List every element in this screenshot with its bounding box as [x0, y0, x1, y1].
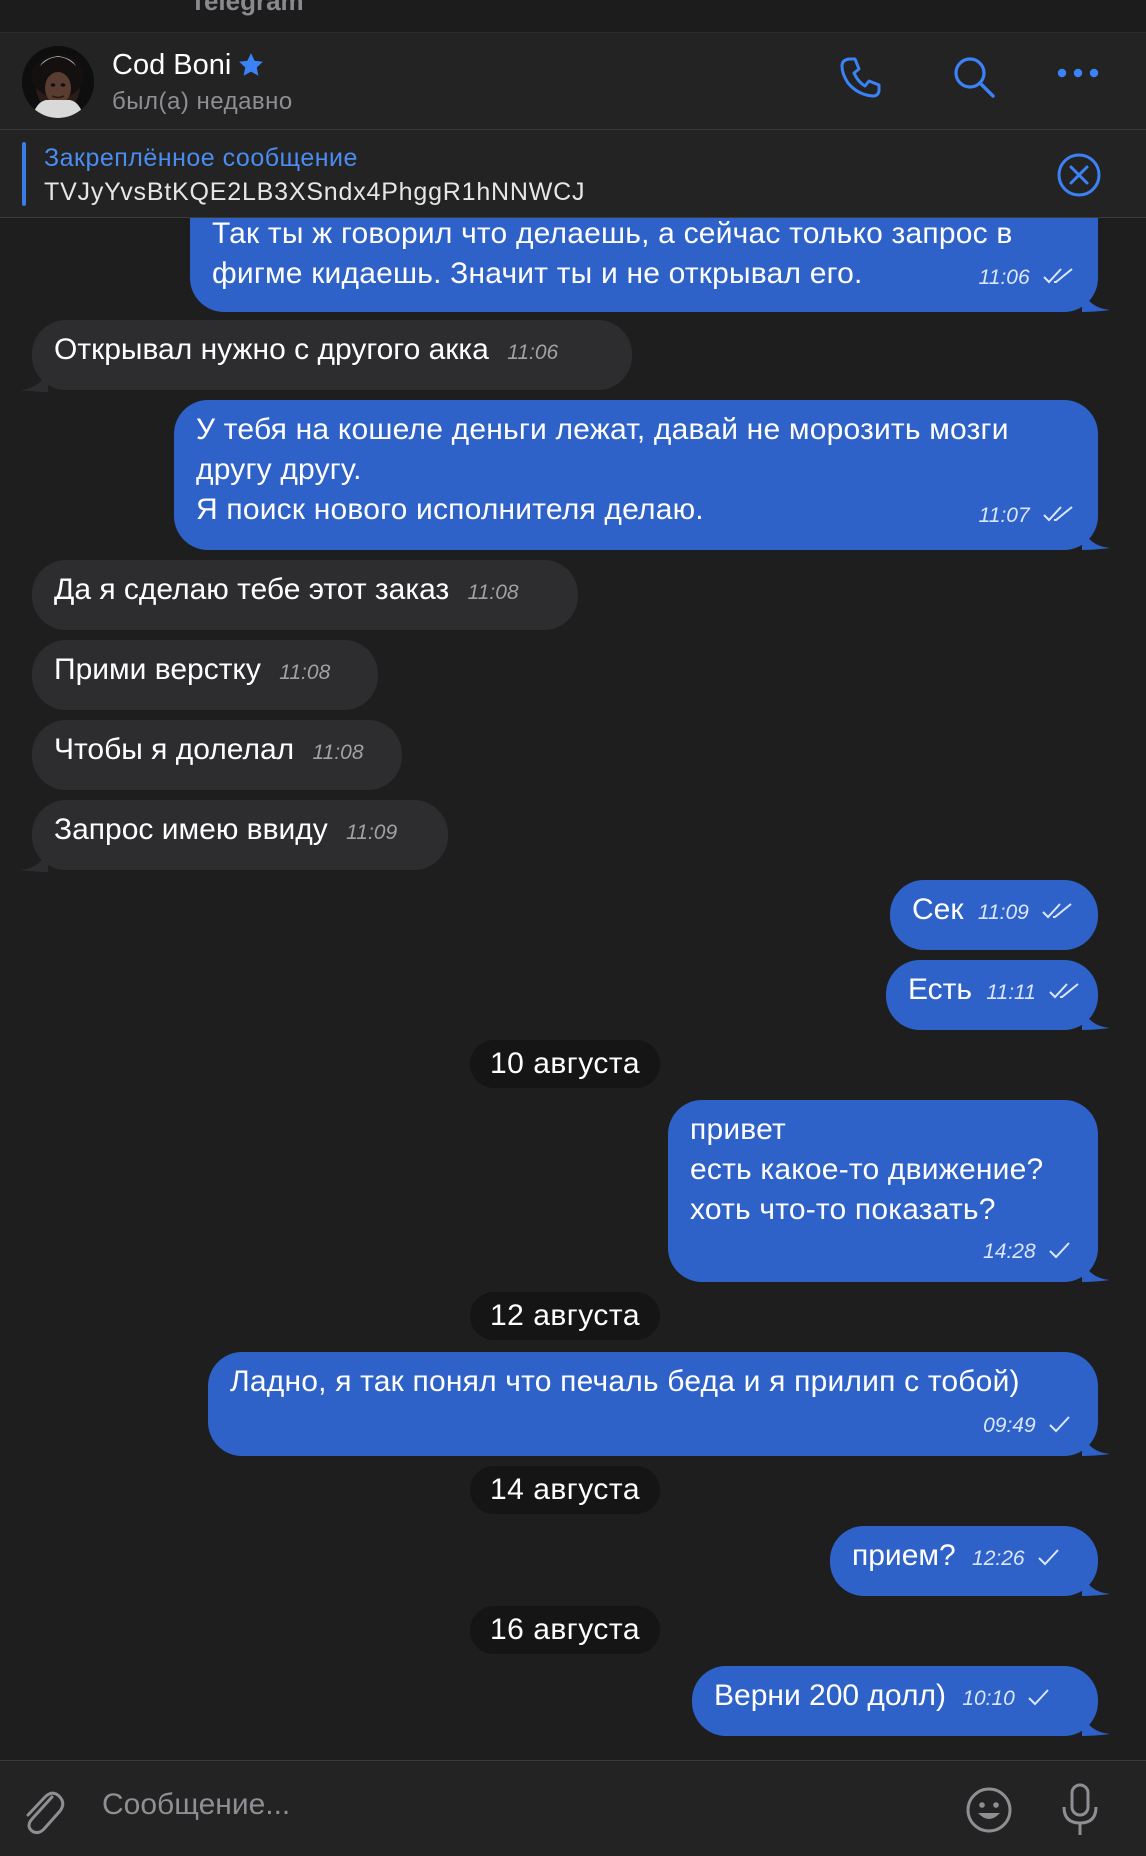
double-check-icon — [1042, 903, 1072, 919]
message-text: Так ты ж говорил что делаешь, а сейчас т… — [212, 218, 1013, 250]
message-incoming[interactable]: Прими верстку 11:08 — [32, 640, 378, 710]
bubble-tail — [1082, 1572, 1110, 1596]
chat-header: Cod Boni был(а) недавно — [0, 32, 1146, 130]
bubble-tail — [1082, 1432, 1110, 1456]
double-check-icon — [1043, 268, 1073, 284]
top-strip: Telegram — [0, 0, 1146, 32]
message-outgoing[interactable]: Верни 200 долл) 10:10 — [692, 1666, 1098, 1736]
message-text: Ладно, я так понял что печаль беда и я п… — [230, 1365, 1020, 1398]
date-separator: 10 августа — [470, 1040, 660, 1088]
message-text: прием? — [852, 1539, 956, 1572]
bubble-tail — [1082, 288, 1110, 312]
message-text: Чтобы я долелал — [54, 733, 295, 766]
phone-icon[interactable] — [836, 51, 886, 101]
date-separator: 16 августа — [470, 1606, 660, 1654]
message-text: Открывал нужно с другого акка — [54, 333, 489, 366]
date-separator: 14 августа — [470, 1466, 660, 1514]
message-incoming[interactable]: Да я сделаю тебе этот заказ 11:08 — [32, 560, 578, 630]
contact-name[interactable]: Cod Boni — [112, 49, 231, 82]
message-incoming[interactable]: Запрос имею ввиду 11:09 — [32, 800, 448, 870]
app-title: Telegram — [190, 0, 304, 16]
message-list[interactable]: Так ты ж говорил что делаешь, а сейчас т… — [0, 218, 1146, 1760]
message-outgoing[interactable]: привет есть какое-то движение? хоть что-… — [668, 1100, 1098, 1282]
message-text: Да я сделаю тебе этот заказ — [54, 573, 450, 606]
message-text: Запрос имею ввиду — [54, 813, 328, 846]
message-time: 11:09 — [977, 901, 1029, 924]
check-icon — [1049, 1242, 1070, 1259]
message-text: Есть — [908, 973, 973, 1006]
message-time: 11:06 — [978, 266, 1030, 289]
message-time: 11:11 — [986, 981, 1036, 1004]
microphone-icon[interactable] — [1058, 1781, 1102, 1839]
pinned-accent-bar — [22, 142, 26, 206]
pinned-text: TVJyYvsBtKQE2LB3XSndx4PhggR1hNNWCJ — [44, 178, 586, 206]
message-outgoing[interactable]: У тебя на кошеле деньги лежат, давай не … — [174, 400, 1098, 550]
bubble-tail — [1082, 1258, 1110, 1282]
close-circle-icon[interactable] — [1056, 152, 1102, 198]
message-time: 11:08 — [312, 741, 364, 764]
message-composer — [0, 1760, 1146, 1856]
check-icon — [1049, 1416, 1070, 1433]
message-text: Прими верстку — [54, 653, 261, 686]
message-text: есть какое-то движение? — [690, 1153, 1044, 1186]
bubble-tail — [20, 848, 48, 872]
bubble-tail — [20, 368, 48, 392]
message-text: Верни 200 долл) — [714, 1679, 946, 1712]
date-separator: 12 августа — [470, 1292, 660, 1340]
message-text: Сек — [912, 893, 964, 926]
message-time: 11:08 — [467, 581, 519, 604]
star-icon — [239, 53, 263, 76]
more-icon[interactable] — [1056, 63, 1100, 83]
bubble-tail — [1082, 1712, 1110, 1736]
message-text: фигме кидаешь. Значит ты и не открывал е… — [212, 257, 863, 290]
search-icon[interactable] — [950, 53, 998, 101]
message-time: 11:09 — [346, 821, 398, 844]
message-text: У тебя на кошеле деньги лежат, давай не … — [196, 413, 1009, 446]
paperclip-icon[interactable] — [16, 1783, 66, 1837]
message-outgoing[interactable]: прием? 12:26 — [830, 1526, 1098, 1596]
message-time: 14:28 — [983, 1240, 1036, 1263]
avatar[interactable] — [22, 46, 94, 118]
message-incoming[interactable]: Чтобы я долелал 11:08 — [32, 720, 402, 790]
pinned-message[interactable]: Закреплённое сообщение TVJyYvsBtKQE2LB3X… — [0, 130, 1146, 218]
message-text: хоть что-то показать? — [690, 1193, 996, 1226]
pinned-title: Закреплённое сообщение — [44, 144, 358, 172]
message-time: 12:26 — [972, 1547, 1025, 1570]
check-icon — [1038, 1549, 1059, 1566]
message-outgoing[interactable]: Так ты ж говорил что делаешь, а сейчас т… — [190, 218, 1098, 312]
message-text: привет — [690, 1113, 786, 1146]
message-input[interactable] — [100, 1787, 904, 1823]
message-time: 09:49 — [983, 1414, 1036, 1437]
message-time: 11:08 — [279, 661, 331, 684]
double-check-icon — [1043, 506, 1073, 522]
bubble-tail — [1082, 526, 1110, 550]
message-time: 11:06 — [507, 341, 559, 364]
contact-status: был(а) недавно — [112, 88, 293, 115]
message-text: Я поиск нового исполнителя делаю. — [196, 493, 704, 526]
message-incoming[interactable]: Открывал нужно с другого акка 11:06 — [32, 320, 632, 390]
double-check-icon — [1049, 983, 1079, 999]
emoji-icon[interactable] — [964, 1785, 1014, 1835]
check-icon — [1028, 1689, 1049, 1706]
bubble-tail — [1082, 1006, 1110, 1030]
message-outgoing[interactable]: Есть 11:11 — [886, 960, 1098, 1030]
message-time: 11:07 — [978, 504, 1030, 527]
message-text: другу другу. — [196, 453, 362, 486]
message-time: 10:10 — [962, 1687, 1015, 1710]
message-outgoing[interactable]: Ладно, я так понял что печаль беда и я п… — [208, 1352, 1098, 1456]
message-outgoing[interactable]: Сек 11:09 — [890, 880, 1098, 950]
